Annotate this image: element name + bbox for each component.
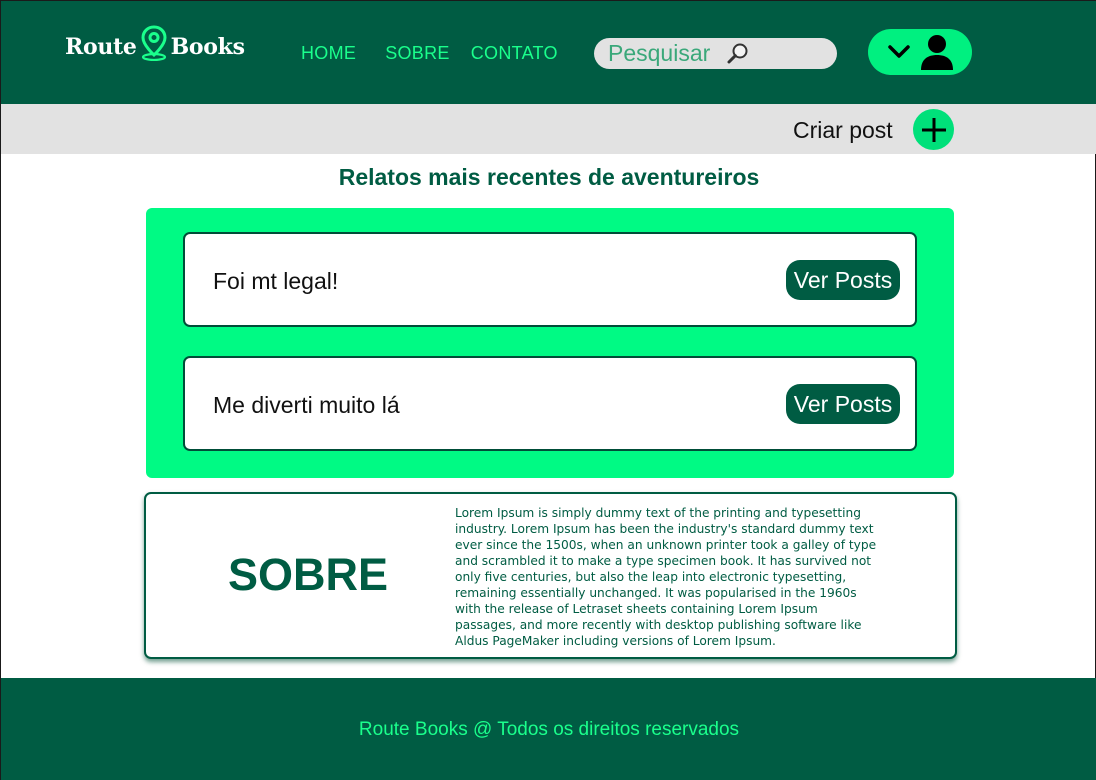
nav-link-contato[interactable]: CONTATO: [471, 43, 558, 64]
search-input[interactable]: [608, 40, 726, 67]
section-title: Relatos mais recentes de aventureiros: [338, 164, 760, 190]
post-text: Me diverti muito lá: [213, 392, 400, 418]
post-card: Me diverti muito lá Ver Posts: [183, 356, 917, 451]
plus-icon: [921, 117, 946, 142]
create-post-label[interactable]: Criar post: [793, 117, 893, 144]
top-header: Route Books HOME SOBRE CONTATO: [1, 1, 1096, 104]
nav-link-sobre[interactable]: SOBRE: [385, 43, 450, 64]
view-posts-button[interactable]: Ver Posts: [786, 384, 900, 424]
view-posts-button[interactable]: Ver Posts: [786, 260, 900, 300]
main-nav: HOME SOBRE CONTATO: [301, 43, 558, 64]
chevron-down-icon: [888, 45, 910, 58]
logo-text-books: Books: [170, 34, 245, 60]
footer-text: Route Books @ Todos os direitos reservad…: [358, 719, 740, 740]
search-icon[interactable]: [726, 42, 750, 66]
post-text: Foi mt legal!: [213, 268, 339, 294]
logo[interactable]: Route Books: [65, 25, 245, 67]
nav-link-home[interactable]: HOME: [301, 43, 356, 64]
footer: Route Books @ Todos os direitos reservad…: [1, 678, 1096, 780]
user-menu-button[interactable]: [868, 29, 972, 75]
map-pin-icon: [141, 25, 167, 61]
user-icon: [921, 35, 953, 70]
about-title: SOBRE: [228, 549, 389, 600]
about-section: SOBRE Lorem Ipsum is simply dummy text o…: [144, 492, 957, 659]
create-post-button[interactable]: [913, 109, 954, 150]
search-bar[interactable]: [594, 38, 837, 69]
about-text: Lorem Ipsum is simply dummy text of the …: [455, 506, 877, 648]
action-bar: Criar post: [1, 104, 1096, 154]
post-card: Foi mt legal! Ver Posts: [183, 232, 917, 327]
recent-posts-panel: Foi mt legal! Ver Posts Me diverti muito…: [146, 208, 954, 478]
logo-text-route: Route: [65, 34, 137, 60]
